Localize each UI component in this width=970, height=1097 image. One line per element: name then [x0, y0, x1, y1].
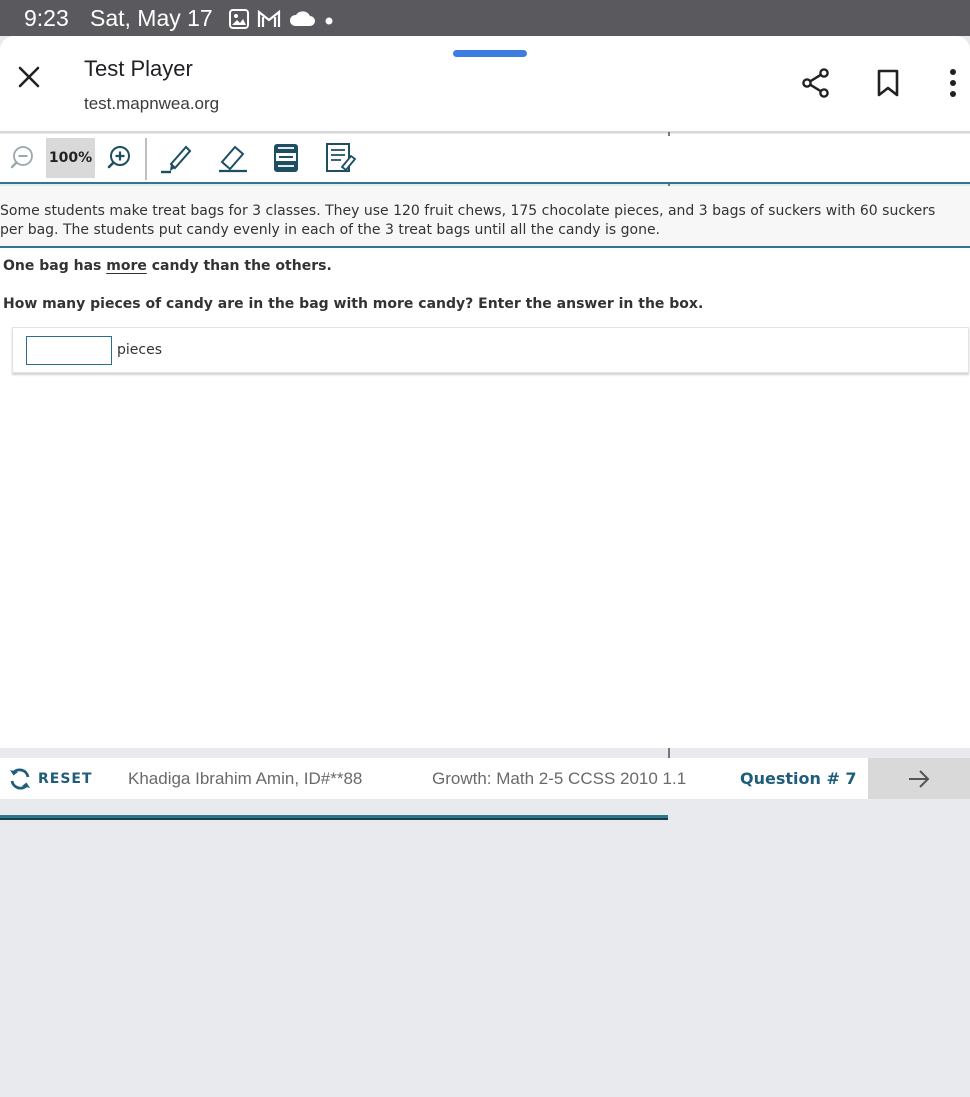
line-reader-icon[interactable]	[268, 134, 304, 182]
statement-after: candy than the others.	[146, 258, 332, 274]
eraser-icon[interactable]	[214, 134, 250, 182]
question-passage: Some students make treat bags for 3 clas…	[0, 186, 970, 248]
student-info: Khadiga Ibrahim Amin, ID#**88	[128, 769, 363, 788]
test-footer: RESET Khadiga Ibrahim Amin, ID#**88 Grow…	[0, 758, 970, 799]
statement-before: One bag has	[3, 258, 107, 274]
zoom-out-icon[interactable]	[6, 134, 38, 182]
close-icon[interactable]	[14, 62, 44, 92]
question-content: Some students make treat bags for 3 clas…	[0, 186, 970, 748]
toolbar-divider	[145, 138, 147, 180]
test-name: Growth: Math 2-5 CCSS 2010 1.1	[432, 769, 687, 788]
answer-input[interactable]	[26, 336, 112, 365]
pane-divider-bottom	[668, 748, 670, 758]
answer-area: pieces	[12, 327, 969, 373]
refresh-icon	[10, 768, 30, 790]
footer-accent-line	[0, 815, 668, 820]
page-title: Test Player	[84, 56, 193, 81]
cloud-icon	[288, 10, 316, 32]
reset-label: RESET	[38, 771, 93, 787]
more-vert-icon[interactable]	[937, 66, 969, 100]
browser-header: Test Player test.mapnwea.org	[0, 36, 970, 133]
next-button[interactable]	[868, 758, 970, 799]
highlighter-icon[interactable]	[158, 134, 194, 182]
gmail-icon	[256, 9, 282, 33]
status-date: Sat, May 17	[90, 5, 213, 31]
dot-icon	[322, 12, 336, 31]
page-url: test.mapnwea.org	[84, 94, 220, 113]
answer-unit: pieces	[117, 342, 162, 358]
question-statement: One bag has more candy than the others.	[3, 258, 332, 274]
arrow-right-icon	[909, 769, 930, 788]
question-number: Question # 7	[740, 769, 857, 788]
notepad-icon[interactable]	[323, 134, 359, 182]
question-prompt: How many pieces of candy are in the bag …	[3, 296, 704, 312]
bookmark-icon[interactable]	[872, 66, 904, 100]
pane-divider-top	[668, 132, 670, 136]
image-icon	[228, 8, 250, 34]
drag-handle[interactable]	[453, 50, 527, 57]
status-time: 9:23	[24, 5, 69, 31]
reset-button[interactable]: RESET	[8, 767, 93, 791]
test-toolbar: 100%	[0, 134, 970, 184]
zoom-level: 100%	[46, 138, 95, 178]
zoom-in-icon[interactable]	[103, 134, 135, 182]
emphasis-word: more	[106, 258, 147, 274]
status-icons	[228, 8, 336, 34]
share-icon[interactable]	[800, 66, 832, 100]
status-bar: 9:23 Sat, May 17	[0, 0, 970, 36]
